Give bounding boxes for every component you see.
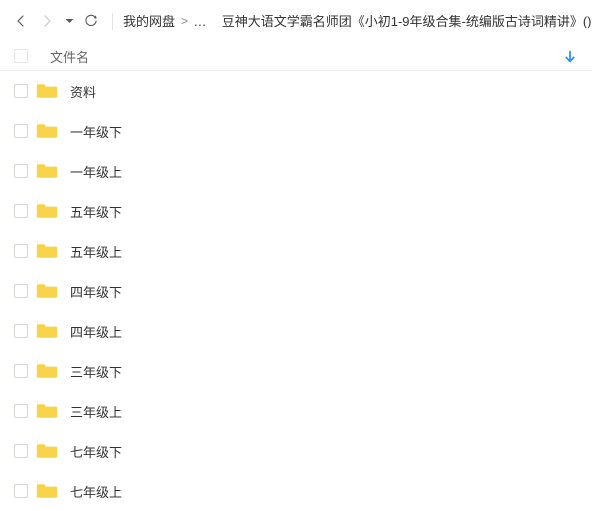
back-button[interactable] [8, 8, 34, 34]
row-checkbox[interactable] [14, 84, 28, 98]
refresh-button[interactable] [78, 8, 104, 34]
file-list-header: 文件名 [0, 42, 592, 71]
chevron-left-icon [14, 14, 28, 28]
row-checkbox[interactable] [14, 164, 28, 178]
table-row[interactable]: 资料 [0, 71, 592, 111]
file-name-label[interactable]: 七年级下 [70, 442, 122, 461]
breadcrumb-spacer [206, 15, 221, 27]
forward-button[interactable] [34, 8, 60, 34]
row-checkbox[interactable] [14, 404, 28, 418]
table-row[interactable]: 一年级下 [0, 111, 592, 151]
file-name-label[interactable]: 五年级上 [70, 242, 122, 261]
file-name-label[interactable]: 三年级上 [70, 402, 122, 421]
row-checkbox[interactable] [14, 244, 28, 258]
folder-icon [36, 242, 58, 260]
folder-icon [36, 162, 58, 180]
file-name-label[interactable]: 一年级下 [70, 122, 122, 141]
file-name-label[interactable]: 四年级下 [70, 282, 122, 301]
table-row[interactable]: 五年级下 [0, 191, 592, 231]
folder-icon [36, 282, 58, 300]
row-checkbox[interactable] [14, 324, 28, 338]
select-all-checkbox[interactable] [14, 49, 28, 63]
table-row[interactable]: 三年级下 [0, 351, 592, 391]
folder-icon [36, 322, 58, 340]
row-checkbox[interactable] [14, 204, 28, 218]
file-name-label[interactable]: 五年级下 [70, 202, 122, 221]
table-row[interactable]: 四年级上 [0, 311, 592, 351]
folder-icon [36, 202, 58, 220]
file-name-label[interactable]: 四年级上 [70, 322, 122, 341]
file-name-label[interactable]: 一年级上 [70, 162, 122, 181]
file-name-label[interactable]: 资料 [70, 82, 96, 101]
refresh-icon [84, 14, 98, 28]
toolbar-divider [112, 12, 113, 30]
table-row[interactable]: 七年级上 [0, 471, 592, 511]
row-checkbox[interactable] [14, 444, 28, 458]
column-header-filename[interactable]: 文件名 [50, 47, 562, 66]
breadcrumb-toolbar: 我的网盘 > ... 豆神大语文学霸名师团《小初1-9年级合集-统编版古诗词精讲… [0, 0, 592, 42]
row-checkbox[interactable] [14, 484, 28, 498]
arrow-down-icon[interactable] [562, 48, 578, 64]
breadcrumb-item-root[interactable]: 我的网盘 [123, 15, 175, 28]
file-name-label[interactable]: 七年级上 [70, 482, 122, 501]
folder-icon [36, 362, 58, 380]
row-checkbox[interactable] [14, 364, 28, 378]
folder-icon [36, 482, 58, 500]
folder-icon [36, 82, 58, 100]
row-checkbox[interactable] [14, 284, 28, 298]
folder-icon [36, 442, 58, 460]
breadcrumb: 我的网盘 > ... 豆神大语文学霸名师团《小初1-9年级合集-统编版古诗词精讲… [123, 15, 592, 28]
file-name-label[interactable]: 三年级下 [70, 362, 122, 381]
table-row[interactable]: 一年级上 [0, 151, 592, 191]
table-row[interactable]: 四年级下 [0, 271, 592, 311]
row-checkbox[interactable] [14, 124, 28, 138]
chevron-right-icon [40, 14, 54, 28]
table-row[interactable]: 三年级上 [0, 391, 592, 431]
breadcrumb-item-current[interactable]: 豆神大语文学霸名师团《小初1-9年级合集-统编版古诗词精讲》() [222, 15, 592, 28]
folder-icon [36, 402, 58, 420]
breadcrumb-item-collapsed[interactable]: ... [194, 15, 206, 28]
table-row[interactable]: 七年级下 [0, 431, 592, 471]
caret-down-icon [65, 12, 74, 30]
history-dropdown-button[interactable] [60, 8, 78, 34]
table-row[interactable]: 五年级上 [0, 231, 592, 271]
folder-icon [36, 122, 58, 140]
breadcrumb-separator: > [181, 14, 189, 28]
file-list: 资料 一年级下 一年级上 五年级下 五年级上 四年级下 四年级上 三年级下 三年… [0, 71, 592, 511]
